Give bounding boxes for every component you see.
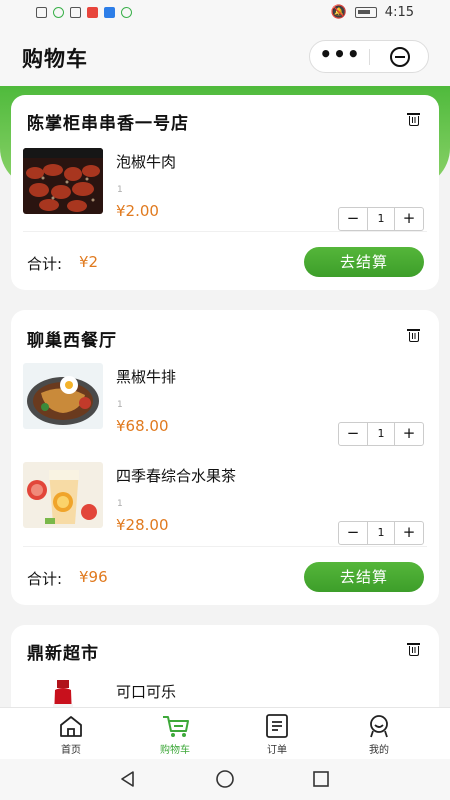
tab-orders[interactable]: 订单 bbox=[221, 708, 333, 760]
product-name: 四季春综合水果茶 bbox=[116, 467, 237, 485]
store-name: 鼎新超市 bbox=[27, 644, 99, 664]
more-button[interactable]: ••• bbox=[310, 41, 370, 72]
product-name: 可口可乐 bbox=[116, 683, 177, 701]
product-image bbox=[23, 148, 103, 214]
increase-button[interactable]: + bbox=[394, 423, 423, 445]
quantity-value[interactable]: 1 bbox=[367, 522, 395, 544]
quantity-value[interactable]: 1 bbox=[367, 208, 395, 230]
fruit-tea-image bbox=[23, 462, 103, 528]
wifi-icon bbox=[53, 7, 64, 18]
decrease-button[interactable]: − bbox=[339, 522, 368, 544]
product-image bbox=[23, 678, 103, 707]
mute-icon: 🔕 bbox=[330, 5, 347, 20]
system-nav-bar bbox=[0, 759, 450, 800]
checkout-button[interactable]: 去结算 bbox=[304, 562, 424, 592]
divider bbox=[23, 231, 427, 232]
store-name: 陈掌柜串串香一号店 bbox=[27, 114, 189, 134]
cola-image bbox=[23, 678, 103, 707]
miniprogram-capsule: ••• bbox=[309, 40, 429, 73]
delete-store-icon[interactable] bbox=[407, 329, 420, 342]
product-price: ¥28.00 bbox=[116, 516, 169, 534]
steak-image bbox=[23, 363, 103, 429]
tab-label: 订单 bbox=[267, 745, 287, 756]
home-icon bbox=[60, 716, 82, 737]
back-icon[interactable] bbox=[118, 769, 138, 789]
quantity-stepper: − 1 + bbox=[338, 521, 424, 545]
recents-icon[interactable] bbox=[311, 769, 331, 789]
battery-icon bbox=[354, 7, 377, 18]
delete-store-icon[interactable] bbox=[407, 113, 420, 126]
total-value: ¥2 bbox=[79, 253, 99, 271]
capsule-divider bbox=[369, 49, 370, 65]
tab-label: 购物车 bbox=[160, 745, 190, 756]
status-time: 4:15 bbox=[384, 5, 414, 20]
product-name: 黑椒牛排 bbox=[116, 368, 177, 386]
status-icons-left bbox=[36, 7, 132, 18]
product-image bbox=[23, 462, 103, 528]
product-price: ¥2.00 bbox=[116, 202, 159, 220]
store-name: 聊巢西餐厅 bbox=[27, 331, 117, 351]
cart-list[interactable]: 陈掌柜串串香一号店 泡椒牛肉 1 ¥2.00 − 1 + 合计: ¥2 去结算 … bbox=[0, 86, 450, 707]
increase-button[interactable]: + bbox=[394, 522, 423, 544]
product-spec: 1 bbox=[117, 400, 123, 410]
quantity-stepper: − 1 + bbox=[338, 207, 424, 231]
increase-button[interactable]: + bbox=[394, 208, 423, 230]
total-label: 合计: bbox=[27, 570, 63, 588]
store-card: 陈掌柜串串香一号店 泡椒牛肉 1 ¥2.00 − 1 + 合计: ¥2 去结算 bbox=[11, 95, 439, 290]
tab-cart[interactable]: 购物车 bbox=[119, 708, 231, 760]
decrease-button[interactable]: − bbox=[339, 208, 368, 230]
profile-icon bbox=[370, 715, 388, 738]
tab-bar: 首页 购物车 订单 我的 bbox=[0, 707, 450, 760]
sim-icon bbox=[36, 7, 47, 18]
store-card: 鼎新超市 可口可乐 bbox=[11, 625, 439, 707]
cart-icon bbox=[163, 716, 189, 737]
quantity-value[interactable]: 1 bbox=[367, 423, 395, 445]
status-icons-right: 🔕 4:15 bbox=[331, 5, 414, 20]
page-title: 购物车 bbox=[22, 47, 88, 71]
close-miniprogram-button[interactable] bbox=[390, 47, 410, 67]
order-icon bbox=[266, 714, 288, 738]
divider bbox=[23, 546, 427, 547]
product-name: 泡椒牛肉 bbox=[116, 153, 177, 171]
product-image bbox=[23, 363, 103, 429]
product-spec: 1 bbox=[117, 185, 123, 195]
decrease-button[interactable]: − bbox=[339, 423, 368, 445]
total-value: ¥96 bbox=[79, 568, 108, 586]
store-card: 聊巢西餐厅 黑椒牛排 1 ¥68.00 − 1 + 四季春综合水果茶 1 ¥28… bbox=[11, 310, 439, 605]
total-label: 合计: bbox=[27, 255, 63, 273]
delete-store-icon[interactable] bbox=[407, 643, 420, 656]
battery-saver-icon bbox=[70, 7, 81, 18]
tab-home[interactable]: 首页 bbox=[15, 708, 127, 760]
tab-profile[interactable]: 我的 bbox=[323, 708, 435, 760]
translate-notification-icon bbox=[104, 7, 115, 18]
home-button-icon[interactable] bbox=[215, 769, 235, 789]
quantity-stepper: − 1 + bbox=[338, 422, 424, 446]
app-notification-icon bbox=[87, 7, 98, 18]
checkout-button[interactable]: 去结算 bbox=[304, 247, 424, 277]
tab-label: 我的 bbox=[369, 745, 389, 756]
browser-notification-icon bbox=[121, 7, 132, 18]
app-header: 购物车 ••• bbox=[0, 28, 450, 86]
skewers-image bbox=[23, 148, 103, 214]
status-bar: 🔕 4:15 bbox=[0, 0, 450, 28]
tab-label: 首页 bbox=[61, 745, 81, 756]
product-price: ¥68.00 bbox=[116, 417, 169, 435]
product-spec: 1 bbox=[117, 499, 123, 509]
